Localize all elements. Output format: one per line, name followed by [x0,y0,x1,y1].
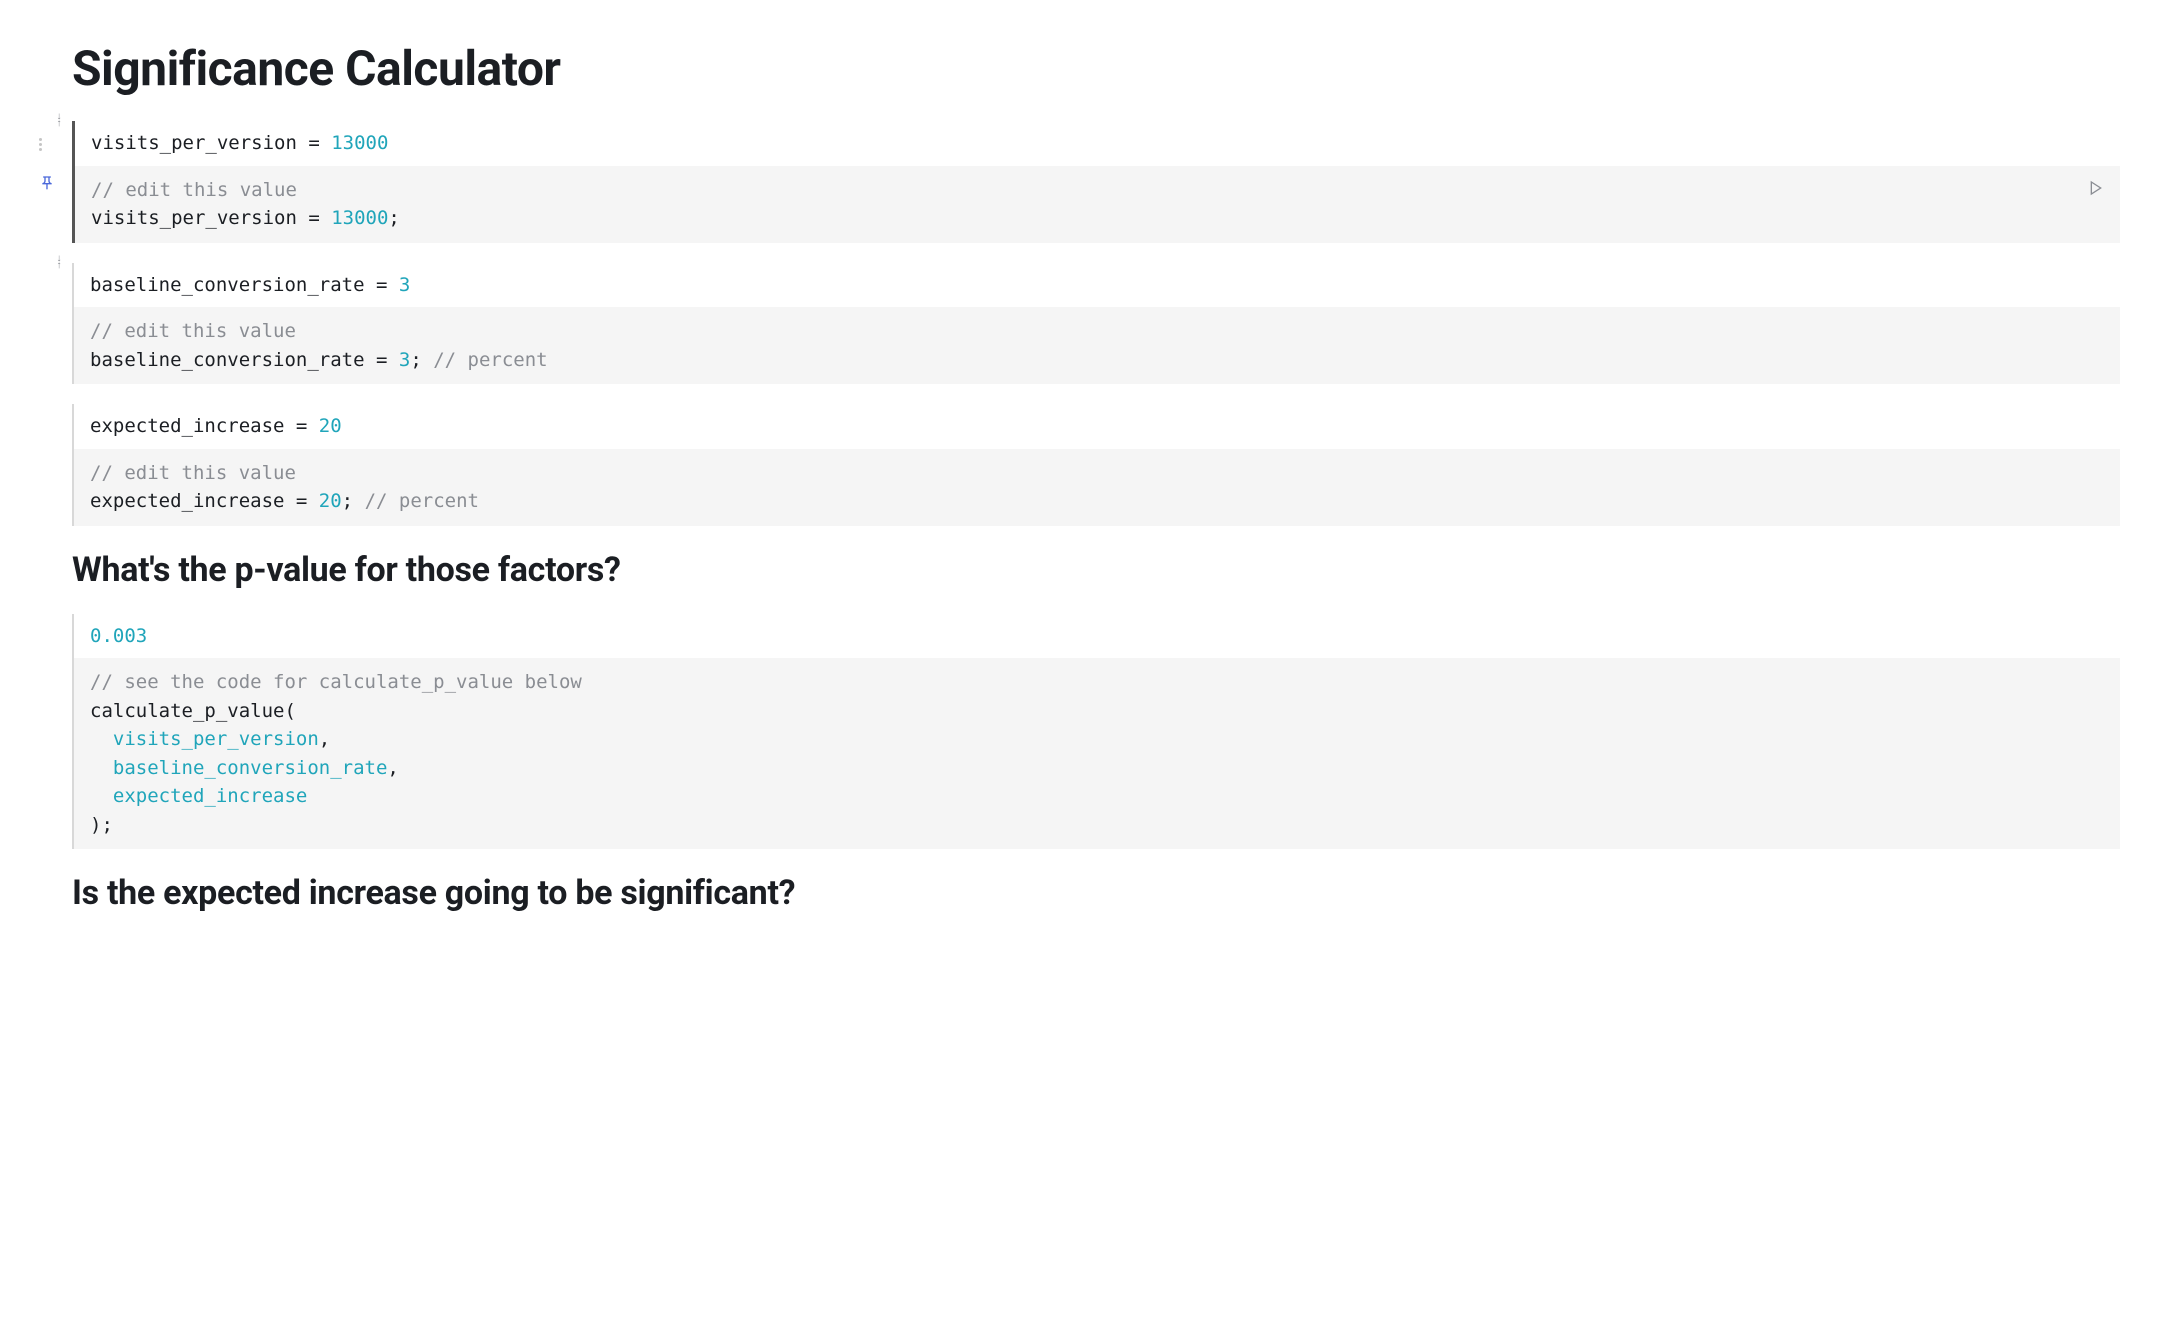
output-varname: baseline_conversion_rate = [90,274,399,296]
code-comment: // edit this value [90,320,296,342]
output-value: 13000 [331,132,388,154]
code-tail: ; [388,207,399,229]
pin-icon[interactable] [39,174,55,198]
code-fn-name: calculate_p_value [90,700,284,722]
code-comment: // edit this value [91,179,297,201]
cell-baseline[interactable]: ↓ ↑ baseline_conversion_rate = 3 // edit… [72,263,2120,385]
output-varname: visits_per_version = [91,132,331,154]
arrow-up-icon: ↑ [57,262,62,269]
output-value: 20 [319,415,342,437]
cell-source[interactable]: // see the code for calculate_p_value be… [74,658,2120,849]
arrow-up-icon: ↑ [57,120,62,127]
code-paren-close: ); [90,814,113,836]
output-value: 3 [399,274,410,296]
code-arg: expected_increase [90,785,307,807]
code-trailing-comment: // percent [365,490,479,512]
heading-pvalue: What's the p-value for those factors? [72,550,2120,590]
notebook-container: Significance Calculator ↓ ↑ visits_per_v… [0,0,2160,913]
code-tail: ; [410,349,433,371]
cell-expected[interactable]: expected_increase = 20 // edit this valu… [72,404,2120,526]
cell-source[interactable]: // edit this value visits_per_version = … [75,166,2120,243]
cell-menu-icon[interactable] [39,138,42,151]
code-value: 3 [399,349,410,371]
cell-insert-handle[interactable]: ↓ ↑ [54,113,64,127]
code-value: 20 [319,490,342,512]
output-varname: expected_increase = [90,415,319,437]
code-var: expected_increase = [90,490,319,512]
cell-output: expected_increase = 20 [74,404,2120,449]
code-var: visits_per_version = [91,207,331,229]
code-arg: baseline_conversion_rate [90,757,387,779]
code-value: 13000 [331,207,388,229]
cell-visits[interactable]: ↓ ↑ visits_per_version = 13000 // edit t… [72,121,2120,243]
code-comment: // edit this value [90,462,296,484]
output-value: 0.003 [90,625,147,647]
code-comment: // see the code for calculate_p_value be… [90,671,582,693]
code-comma: , [319,728,330,750]
code-comma: , [387,757,398,779]
heading-significant: Is the expected increase going to be sig… [72,873,2120,913]
cell-output: visits_per_version = 13000 [75,121,2120,166]
code-paren-open: ( [284,700,295,722]
cell-output: baseline_conversion_rate = 3 [74,263,2120,308]
code-tail: ; [342,490,365,512]
run-cell-icon[interactable] [2088,176,2104,205]
page-title: Significance Calculator [72,40,2120,97]
cell-output: 0.003 [74,614,2120,659]
cell-source[interactable]: // edit this value expected_increase = 2… [74,449,2120,526]
cell-insert-handle[interactable]: ↓ ↑ [54,255,64,269]
code-var: baseline_conversion_rate = [90,349,399,371]
code-arg: visits_per_version [90,728,319,750]
cell-source[interactable]: // edit this value baseline_conversion_r… [74,307,2120,384]
code-trailing-comment: // percent [433,349,547,371]
cell-pvalue[interactable]: 0.003 // see the code for calculate_p_va… [72,614,2120,850]
